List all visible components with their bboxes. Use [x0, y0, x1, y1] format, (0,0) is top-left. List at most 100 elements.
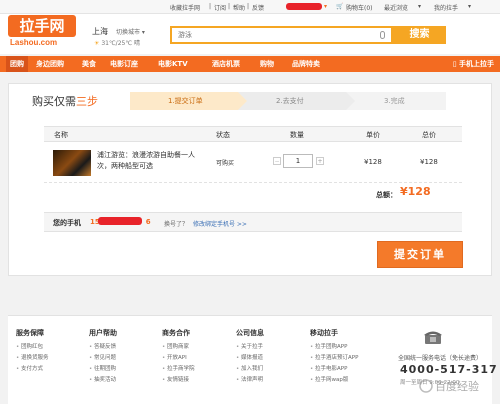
nav-item-nearby[interactable]: 身边团购	[36, 59, 64, 69]
topbar-my-lashou[interactable]: 我的拉手	[434, 3, 458, 12]
nav-mobile-link[interactable]: ▯ 手机上拉手	[453, 59, 494, 69]
footer-link[interactable]: 拉手商学院	[162, 364, 195, 375]
search-input[interactable]	[178, 31, 378, 39]
footer-heading: 商务合作	[162, 329, 190, 337]
footer-link[interactable]: 法律声明	[236, 375, 264, 386]
current-city: 上海	[92, 27, 108, 36]
watermark-text: 百度经验	[435, 379, 479, 393]
phone-redaction	[98, 217, 142, 225]
footer-link[interactable]: 加入我们	[236, 364, 264, 375]
search-button[interactable]: 搜索	[393, 26, 446, 44]
footer-link[interactable]: 拉手网wap版	[310, 375, 358, 386]
quantity-increment-button[interactable]: +	[316, 157, 324, 165]
topbar-link-feedback[interactable]: 反馈	[252, 3, 264, 12]
col-subtotal: 总价	[422, 131, 436, 139]
nav-item-shopping[interactable]: 购物	[260, 59, 274, 69]
footer-col-company: 公司信息 关于拉手 媒体报道 加入我们 法律声明	[236, 328, 264, 386]
footer-col-business: 商务合作 团购商家 开放API 拉手商学院 友情链接	[162, 328, 195, 386]
product-name[interactable]: 浦江游览：浪漫浓游自助餐一人次，两种船型可选	[97, 150, 207, 172]
topbar-separator: |	[228, 3, 231, 10]
footer-heading: 服务保障	[16, 329, 44, 337]
cart-icon: 🛒	[336, 3, 344, 10]
weather-text: 31℃/25℃ 晴	[101, 40, 140, 47]
checkout-title-prefix: 购买仅需	[32, 95, 76, 108]
topbar-link-favorite[interactable]: 收藏拉手网	[170, 3, 200, 12]
chevron-down-icon: ▾	[418, 3, 422, 10]
nav-item-movie-ktv[interactable]: 电影KTV	[158, 59, 188, 69]
footer-col-service: 服务保障 团购红包 退换货服务 支付方式	[16, 328, 49, 375]
checkout-title: 购买仅需三步	[32, 93, 98, 109]
search-box	[170, 26, 393, 44]
user-dropdown-icon[interactable]: ▾	[324, 3, 327, 10]
nav-item-hotel-flight[interactable]: 酒店机票	[212, 59, 240, 69]
col-name: 名称	[54, 131, 68, 139]
logo-text-en: Lashou.com	[10, 38, 58, 47]
change-phone-link[interactable]: 修改绑定手机号 >>	[193, 219, 247, 228]
topbar-link-help[interactable]: 帮助	[233, 3, 245, 12]
footer-col-help: 用户帮助 答疑反馈 常见问题 往期团购 抽奖活动	[89, 328, 117, 386]
footer-link[interactable]: 拉手团购APP	[310, 342, 358, 353]
hotline-number: 4000-517-317	[400, 363, 498, 376]
footer-link[interactable]: 友情链接	[162, 375, 195, 386]
step-arrow	[346, 92, 355, 110]
sun-icon: ☀	[94, 40, 100, 47]
footer-link[interactable]: 媒体报道	[236, 353, 264, 364]
footer-link[interactable]: 开放API	[162, 353, 195, 364]
col-quantity: 数量	[290, 131, 304, 139]
footer-col-mobile: 移动拉手 拉手团购APP 拉手酒店预订APP 拉手电影APP 拉手网wap版	[310, 328, 358, 386]
order-table-header: 名称 状态 数量 单价 总价	[44, 126, 462, 142]
quantity-decrement-button[interactable]: −	[273, 157, 281, 165]
footer-link[interactable]: 答疑反馈	[89, 342, 117, 353]
nav-item-groupbuy[interactable]: 团购	[6, 56, 28, 72]
footer-link[interactable]: 关于拉手	[236, 342, 264, 353]
footer-link[interactable]: 团购红包	[16, 342, 49, 353]
col-price: 单价	[366, 131, 380, 139]
nav-item-food[interactable]: 美食	[82, 59, 96, 69]
topbar-separator: |	[247, 3, 250, 10]
footer-link[interactable]: 往期团购	[89, 364, 117, 375]
topbar-recent[interactable]: 最近浏览	[384, 3, 408, 12]
main-nav: 团购 身边团购 美食 电影订座 电影KTV 酒店机票 购物 品牌特卖 ▯ 手机上…	[0, 56, 500, 72]
quantity-input[interactable]: 1	[283, 154, 313, 168]
step-complete: 3.完成	[346, 92, 446, 110]
logo-text-cn: 拉手网	[8, 15, 76, 37]
telephone-icon	[424, 331, 442, 344]
step-label: 2.去支付	[276, 97, 304, 105]
row-subtotal: ¥128	[420, 158, 438, 166]
footer-link[interactable]: 拉手电影APP	[310, 364, 358, 375]
step-submit-order: 1.提交订单	[130, 92, 247, 110]
unit-price: ¥128	[364, 158, 382, 166]
footer-heading: 移动拉手	[310, 329, 338, 337]
step-label: 3.完成	[384, 97, 405, 105]
checkout-title-highlight: 三步	[76, 95, 98, 108]
topbar-cart[interactable]: 购物车(0)	[346, 3, 373, 12]
nav-item-movie-seat[interactable]: 电影订座	[110, 59, 138, 69]
step-label: 1.提交订单	[168, 97, 203, 105]
product-thumbnail[interactable]	[53, 150, 91, 176]
footer-link[interactable]: 支付方式	[16, 364, 49, 375]
submit-order-button[interactable]: 提交订单	[377, 241, 463, 268]
footer-link[interactable]: 拉手酒店预订APP	[310, 353, 358, 364]
footer-link[interactable]: 退换货服务	[16, 353, 49, 364]
phone-label: 您的手机	[53, 219, 81, 227]
nav-item-brand-sale[interactable]: 品牌特卖	[292, 59, 320, 69]
change-phone-text: 换号了？	[164, 221, 189, 228]
top-utility-bar: 收藏拉手网 | 订阅 | 帮助 | 反馈 ▾ 🛒 购物车(0) 最近浏览 ▾ 我…	[0, 0, 500, 14]
topbar-link-subscribe[interactable]: 订阅	[214, 3, 226, 12]
step-pay: 2.去支付	[238, 92, 355, 110]
switch-city-label: 切换城市	[116, 29, 141, 36]
total-label: 总额：	[376, 191, 397, 199]
topbar-separator: |	[209, 3, 212, 10]
total-amount: ¥128	[400, 185, 431, 198]
site-logo[interactable]: 拉手网 Lashou.com	[8, 15, 78, 49]
footer-link[interactable]: 团购商家	[162, 342, 195, 353]
switch-city-link[interactable]: 切换城市 ▾	[116, 27, 145, 36]
footer-heading: 公司信息	[236, 329, 264, 337]
nav-mobile-label: 手机上拉手	[459, 60, 494, 68]
footer-link[interactable]: 抽奖活动	[89, 375, 117, 386]
microphone-icon[interactable]	[380, 31, 385, 39]
weather-info: ☀ 31℃/25℃ 晴	[94, 38, 140, 47]
step-arrow	[238, 92, 247, 110]
footer-link[interactable]: 常见问题	[89, 353, 117, 364]
hotline-label: 全国统一服务电话（免长途费）	[398, 355, 483, 362]
